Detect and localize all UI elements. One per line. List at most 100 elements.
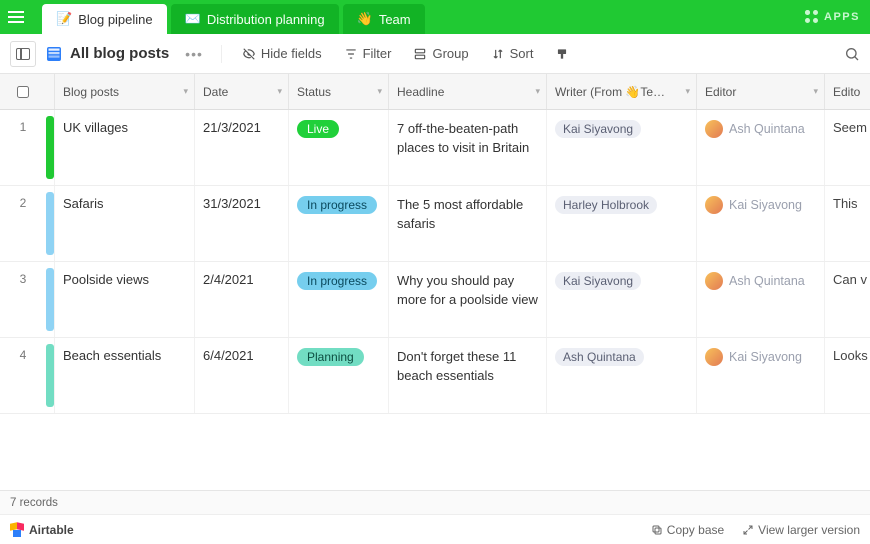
color-bar [46, 268, 54, 331]
group-icon [413, 47, 427, 61]
cell-editor-notes[interactable]: This [824, 186, 870, 261]
cell-writer[interactable]: Ash Quintana [546, 338, 696, 413]
editor-name: Ash Quintana [729, 274, 805, 288]
cell-date[interactable]: 6/4/2021 [194, 338, 288, 413]
sort-button[interactable]: Sort [483, 42, 542, 65]
paint-icon [555, 47, 569, 61]
column-header-writer[interactable]: Writer (From 👋Te…▾ [546, 74, 696, 109]
tab-distribution-planning[interactable]: ✉️ Distribution planning [171, 4, 339, 34]
column-header-editor-notes[interactable]: Edito [824, 74, 870, 109]
cell-headline[interactable]: The 5 most affordable safaris [388, 186, 546, 261]
cell-editor[interactable]: Ash Quintana [696, 110, 824, 185]
column-header-editor[interactable]: Editor▾ [696, 74, 824, 109]
cell-editor-notes[interactable]: Looks [824, 338, 870, 413]
filter-label: Filter [363, 46, 392, 61]
envelope-icon: ✉️ [185, 11, 201, 27]
cell-blog-post[interactable]: Poolside views [54, 262, 194, 337]
group-label: Group [432, 46, 468, 61]
column-header-row: Blog posts▾ Date▾ Status▾ Headline▾ Writ… [0, 74, 870, 110]
row-number: 1 [0, 110, 46, 185]
column-header-status[interactable]: Status▾ [288, 74, 388, 109]
cell-writer[interactable]: Kai Siyavong [546, 110, 696, 185]
group-button[interactable]: Group [405, 42, 476, 65]
color-button[interactable] [547, 43, 577, 65]
embed-footer: Airtable Copy base View larger version [0, 514, 870, 544]
cell-blog-post[interactable]: Beach essentials [54, 338, 194, 413]
color-bar [46, 116, 54, 179]
table-row[interactable]: 1UK villages21/3/2021 Live 7 off-the-beate… [0, 110, 870, 186]
airtable-logo-icon [10, 523, 24, 537]
view-larger-button[interactable]: View larger version [742, 523, 860, 537]
sidebar-icon [16, 48, 30, 60]
table-tabs: 📝 Blog pipeline ✉️ Distribution planning… [42, 0, 425, 34]
person-tag: Ash Quintana [555, 348, 644, 366]
status-pill: Planning [297, 348, 364, 366]
tab-blog-pipeline[interactable]: 📝 Blog pipeline [42, 4, 167, 34]
record-count: 7 records [10, 497, 58, 509]
select-all-cell[interactable] [0, 86, 46, 98]
cell-date[interactable]: 2/4/2021 [194, 262, 288, 337]
select-all-checkbox[interactable] [17, 86, 29, 98]
copy-base-button[interactable]: Copy base [651, 523, 724, 537]
filter-icon [344, 47, 358, 61]
view-picker[interactable]: All blog posts [46, 45, 169, 62]
table-row[interactable]: 3Poolside views2/4/2021In progressWhy yo… [0, 262, 870, 338]
status-pill: Live [297, 120, 339, 138]
cell-headline[interactable]: Why you should pay more for a poolside v… [388, 262, 546, 337]
sort-icon [491, 47, 505, 61]
copy-icon [651, 524, 663, 536]
toggle-views-sidebar-button[interactable] [10, 41, 36, 67]
summary-bar: 7 records [0, 490, 870, 514]
view-options-button[interactable]: ••• [179, 46, 209, 62]
cell-date[interactable]: 21/3/2021 [194, 110, 288, 185]
cell-writer[interactable]: Harley Holbrook [546, 186, 696, 261]
hamburger-menu-button[interactable] [8, 6, 30, 28]
tab-label: Distribution planning [207, 12, 325, 27]
cell-editor[interactable]: Kai Siyavong [696, 338, 824, 413]
apps-button[interactable]: APPS [805, 10, 860, 24]
column-header-headline[interactable]: Headline▾ [388, 74, 546, 109]
cell-blog-post[interactable]: UK villages [54, 110, 194, 185]
tab-team[interactable]: 👋 Team [343, 4, 425, 34]
cell-editor-notes[interactable]: Can v [824, 262, 870, 337]
eye-off-icon [242, 47, 256, 61]
cell-status[interactable]: Planning [288, 338, 388, 413]
editor-name: Ash Quintana [729, 122, 805, 136]
row-number: 3 [0, 262, 46, 337]
avatar [705, 196, 723, 214]
cell-blog-post[interactable]: Safaris [54, 186, 194, 261]
table-row[interactable]: 4Beach essentials6/4/2021 Planning Don't f… [0, 338, 870, 414]
row-number: 4 [0, 338, 46, 413]
chevron-down-icon: ▾ [183, 86, 188, 97]
cell-headline[interactable]: 7 off-the-beaten-path places to visit in… [388, 110, 546, 185]
cell-writer[interactable]: Kai Siyavong [546, 262, 696, 337]
grid-view-icon [46, 46, 62, 62]
hide-fields-button[interactable]: Hide fields [234, 42, 330, 65]
expand-icon [742, 524, 754, 536]
filter-button[interactable]: Filter [336, 42, 400, 65]
cell-editor-notes[interactable]: Seem [824, 110, 870, 185]
person-tag: Kai Siyavong [555, 272, 641, 290]
avatar [705, 272, 723, 290]
cell-editor[interactable]: Ash Quintana [696, 262, 824, 337]
table-row[interactable]: 2Safaris31/3/2021In progressThe 5 most a… [0, 186, 870, 262]
person-tag: Kai Siyavong [555, 120, 641, 138]
color-bar [46, 344, 54, 407]
cell-status[interactable]: In progress [288, 262, 388, 337]
avatar [705, 348, 723, 366]
column-header-blog-posts[interactable]: Blog posts▾ [54, 74, 194, 109]
search-button[interactable] [844, 46, 860, 62]
grid-rows[interactable]: 1UK villages21/3/2021 Live 7 off-the-beate… [0, 110, 870, 490]
sort-label: Sort [510, 46, 534, 61]
apps-grid-icon [805, 10, 819, 24]
column-header-date[interactable]: Date▾ [194, 74, 288, 109]
cell-date[interactable]: 31/3/2021 [194, 186, 288, 261]
cell-status[interactable]: In progress [288, 186, 388, 261]
airtable-brand[interactable]: Airtable [10, 523, 74, 537]
chevron-down-icon: ▾ [377, 86, 382, 97]
cell-status[interactable]: Live [288, 110, 388, 185]
memo-icon: 📝 [56, 11, 72, 27]
cell-headline[interactable]: Don't forget these 11 beach essentials [388, 338, 546, 413]
person-tag: Harley Holbrook [555, 196, 657, 214]
cell-editor[interactable]: Kai Siyavong [696, 186, 824, 261]
